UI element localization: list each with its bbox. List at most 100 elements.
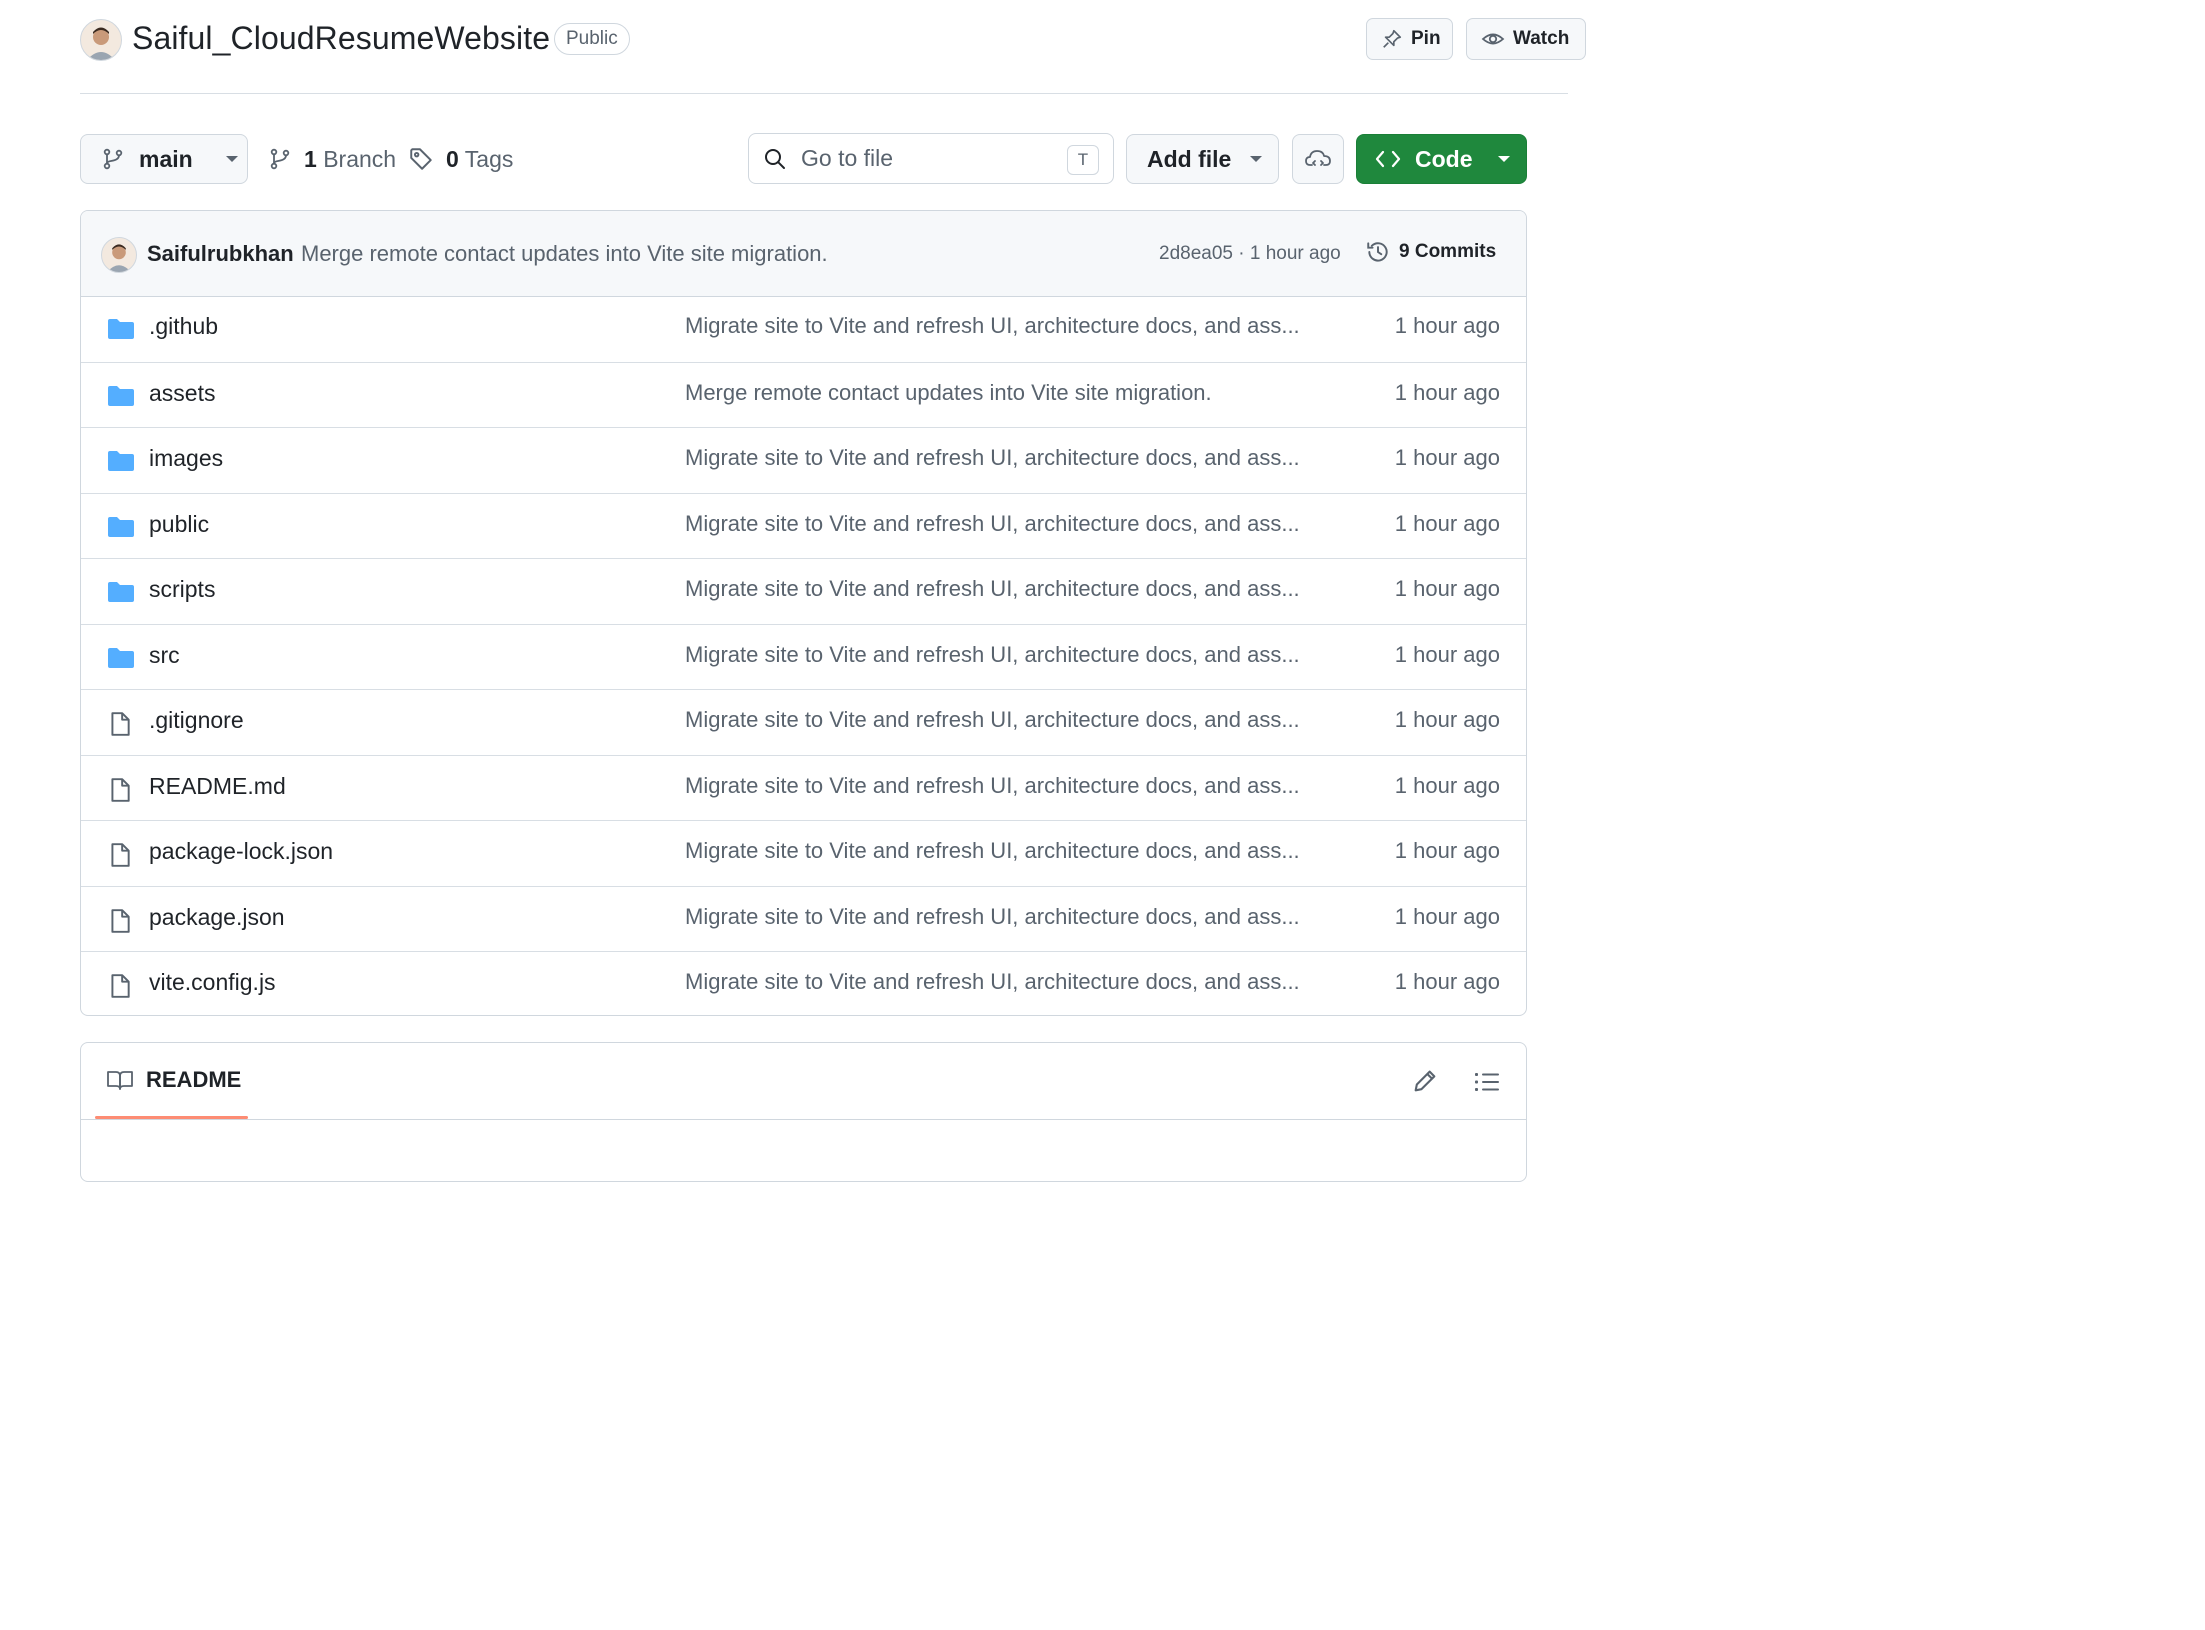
file-row[interactable]: package.json Migrate site to Vite and ref… bbox=[81, 885, 1526, 952]
commit-message[interactable]: Merge remote contact updates into Vite s… bbox=[301, 241, 828, 267]
latest-commit-bar: Saifulrubkhan Merge remote contact updat… bbox=[81, 211, 1526, 297]
folder-icon bbox=[107, 646, 135, 670]
file-commit-age: 1 hour ago bbox=[1394, 838, 1500, 863]
folder-icon bbox=[107, 317, 135, 341]
code-button[interactable]: Code bbox=[1356, 134, 1527, 184]
tags-label: Tags bbox=[464, 145, 514, 172]
file-commit-message[interactable]: Migrate site to Vite and refresh UI, arc… bbox=[685, 576, 1300, 602]
file-name[interactable]: scripts bbox=[149, 576, 215, 603]
file-row[interactable]: package-lock.json Migrate site to Vite an… bbox=[81, 820, 1526, 886]
file-browser: Saifulrubkhan Merge remote contact updat… bbox=[80, 210, 1527, 1016]
file-name[interactable]: src bbox=[149, 642, 180, 669]
codespaces-button[interactable] bbox=[1292, 134, 1344, 184]
commit-author[interactable]: Saifulrubkhan bbox=[147, 241, 294, 267]
file-row[interactable]: README.md Migrate site to Vite and refres… bbox=[81, 754, 1526, 821]
file-name[interactable]: .github bbox=[149, 313, 218, 340]
watch-button[interactable]: Watch bbox=[1466, 18, 1586, 60]
folder-icon bbox=[107, 384, 135, 408]
file-commit-age: 1 hour ago bbox=[1394, 969, 1500, 994]
file-commit-message[interactable]: Migrate site to Vite and refresh UI, arc… bbox=[685, 707, 1300, 733]
caret-down-icon bbox=[1249, 154, 1263, 164]
file-name[interactable]: public bbox=[149, 511, 209, 538]
book-icon bbox=[106, 1068, 134, 1092]
branch-name: main bbox=[139, 145, 193, 172]
list-unordered-icon[interactable] bbox=[1473, 1069, 1501, 1095]
watch-label: Watch bbox=[1513, 28, 1570, 49]
file-row[interactable]: assets Merge remote contact updates into … bbox=[81, 361, 1526, 428]
search-icon bbox=[763, 147, 787, 171]
file-row[interactable]: .gitignore Migrate site to Vite and refre… bbox=[81, 689, 1526, 755]
file-icon bbox=[107, 777, 133, 803]
eye-icon bbox=[1481, 27, 1505, 51]
file-name[interactable]: package-lock.json bbox=[149, 838, 333, 865]
keyboard-shortcut-hint: T bbox=[1067, 145, 1099, 175]
file-commit-age: 1 hour ago bbox=[1394, 379, 1500, 405]
file-commit-age: 1 hour ago bbox=[1394, 903, 1500, 929]
file-name[interactable]: package.json bbox=[149, 904, 285, 931]
history-icon bbox=[1365, 239, 1391, 265]
pin-button[interactable]: Pin bbox=[1366, 18, 1453, 60]
file-row[interactable]: images Migrate site to Vite and refresh U… bbox=[81, 427, 1526, 493]
file-name[interactable]: .gitignore bbox=[149, 707, 244, 734]
repo-name[interactable]: Saiful_CloudResumeWebsite bbox=[132, 20, 550, 57]
tags-count: 0 bbox=[446, 145, 459, 172]
folder-icon bbox=[107, 580, 135, 604]
git-branch-icon bbox=[101, 147, 125, 171]
owner-avatar[interactable] bbox=[80, 19, 122, 61]
author-avatar[interactable] bbox=[101, 237, 137, 273]
file-name[interactable]: images bbox=[149, 445, 223, 472]
file-commit-message[interactable]: Migrate site to Vite and refresh UI, arc… bbox=[685, 904, 1300, 930]
file-row[interactable]: scripts Migrate site to Vite and refresh … bbox=[81, 558, 1526, 624]
file-commit-message[interactable]: Migrate site to Vite and refresh UI, arc… bbox=[685, 511, 1300, 537]
file-name[interactable]: README.md bbox=[149, 773, 286, 800]
file-icon bbox=[107, 908, 133, 934]
file-commit-message[interactable]: Migrate site to Vite and refresh UI, arc… bbox=[685, 313, 1300, 339]
commit-hash-time[interactable]: 2d8ea05 · 1 hour ago bbox=[1159, 243, 1341, 265]
visibility-badge: Public bbox=[554, 23, 630, 55]
active-tab-indicator bbox=[95, 1116, 248, 1119]
commits-history-link[interactable]: 9 Commits bbox=[1365, 239, 1496, 265]
file-commit-age: 1 hour ago bbox=[1394, 576, 1500, 601]
branch-selector[interactable]: main bbox=[80, 134, 248, 184]
file-commit-message[interactable]: Migrate site to Vite and refresh UI, arc… bbox=[685, 773, 1300, 799]
file-commit-age: 1 hour ago bbox=[1394, 772, 1500, 798]
caret-down-icon bbox=[225, 154, 239, 164]
file-commit-age: 1 hour ago bbox=[1394, 445, 1500, 470]
file-commit-age: 1 hour ago bbox=[1394, 510, 1500, 536]
branches-label: Branch bbox=[323, 145, 397, 172]
git-branch-icon bbox=[268, 147, 292, 171]
search-input[interactable] bbox=[801, 145, 1041, 172]
go-to-file-search[interactable]: T bbox=[748, 133, 1114, 184]
file-row[interactable]: .github Migrate site to Vite and refresh … bbox=[81, 296, 1526, 361]
branches-link[interactable]: 1 Branch bbox=[268, 134, 396, 184]
commits-count: 9 Commits bbox=[1399, 241, 1497, 262]
add-file-label: Add file bbox=[1147, 145, 1232, 172]
code-icon bbox=[1375, 148, 1401, 170]
file-commit-message[interactable]: Migrate site to Vite and refresh UI, arc… bbox=[685, 969, 1300, 995]
file-commit-age: 1 hour ago bbox=[1394, 641, 1500, 667]
file-list: .github Migrate site to Vite and refresh … bbox=[81, 296, 1526, 1015]
file-row[interactable]: vite.config.js Migrate site to Vite and r… bbox=[81, 951, 1526, 1015]
pencil-icon[interactable] bbox=[1411, 1067, 1439, 1095]
file-commit-message[interactable]: Migrate site to Vite and refresh UI, arc… bbox=[685, 642, 1300, 668]
readme-tab[interactable]: README bbox=[106, 1067, 241, 1093]
repo-header: Saiful_CloudResumeWebsite Public Pin Wat… bbox=[80, 16, 1586, 66]
file-commit-message[interactable]: Migrate site to Vite and refresh UI, arc… bbox=[685, 445, 1300, 471]
file-commit-age: 1 hour ago bbox=[1394, 707, 1500, 732]
readme-panel: README bbox=[80, 1042, 1527, 1182]
file-commit-message[interactable]: Migrate site to Vite and refresh UI, arc… bbox=[685, 838, 1300, 864]
pin-icon bbox=[1381, 28, 1403, 50]
file-icon bbox=[107, 711, 133, 737]
file-commit-message[interactable]: Merge remote contact updates into Vite s… bbox=[685, 380, 1212, 406]
tags-link[interactable]: 0 Tags bbox=[408, 134, 513, 184]
cloud-icon bbox=[1304, 147, 1332, 171]
file-row[interactable]: public Migrate site to Vite and refresh U… bbox=[81, 492, 1526, 559]
file-icon bbox=[107, 973, 133, 999]
header-divider bbox=[80, 93, 1568, 94]
file-row[interactable]: src Migrate site to Vite and refresh UI, … bbox=[81, 623, 1526, 690]
folder-icon bbox=[107, 515, 135, 539]
folder-icon bbox=[107, 449, 135, 473]
add-file-button[interactable]: Add file bbox=[1126, 134, 1279, 184]
file-name[interactable]: vite.config.js bbox=[149, 969, 276, 996]
file-name[interactable]: assets bbox=[149, 380, 215, 407]
